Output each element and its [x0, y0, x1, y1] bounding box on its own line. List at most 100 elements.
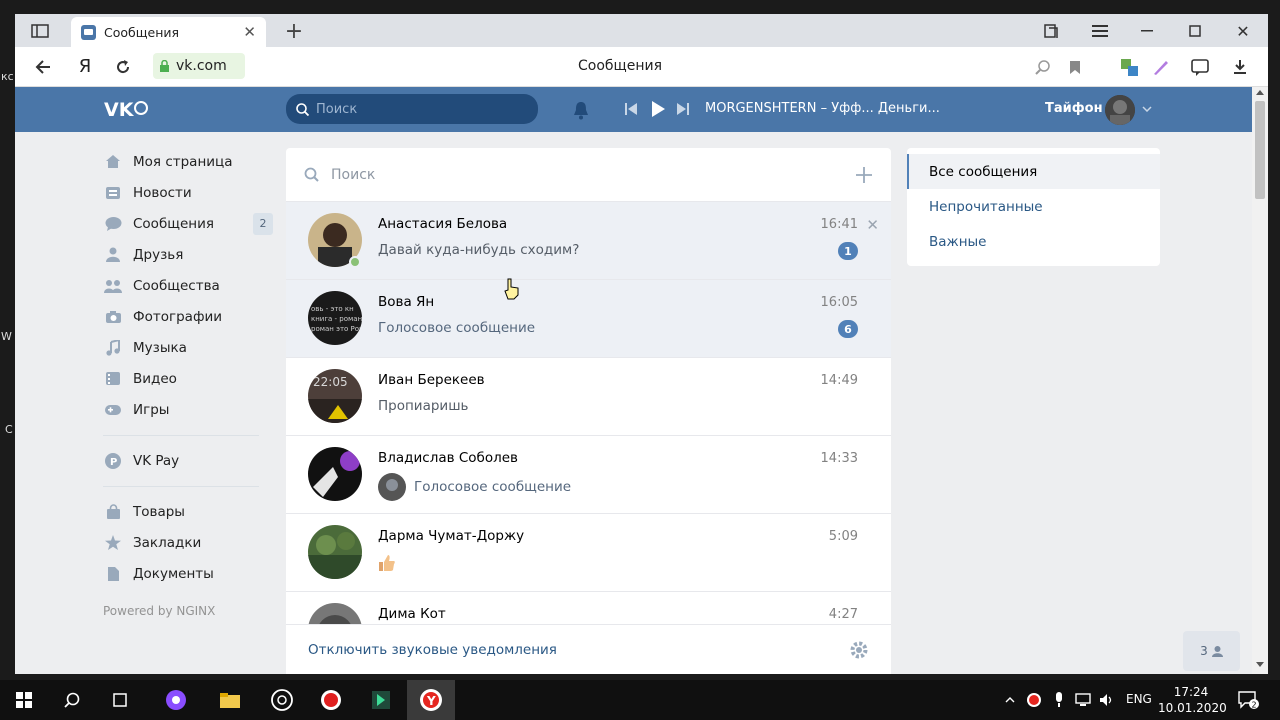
sidebar-item-star[interactable]: Закладки	[103, 527, 273, 558]
sidebar-item-bag[interactable]: Товары	[103, 496, 273, 527]
previous-track-icon[interactable]	[623, 100, 639, 118]
url-text: vk.com	[176, 58, 227, 74]
sidebar-item-document[interactable]: Документы	[103, 558, 273, 589]
dialogs-search-input[interactable]	[331, 166, 855, 183]
contact-name: Иван Берекеев	[378, 372, 485, 388]
svg-text:Y: Y	[426, 694, 436, 708]
sidebar-item-groups[interactable]: Сообщества	[103, 270, 273, 301]
new-tab-icon[interactable]: +	[282, 19, 306, 44]
unread-count-badge: 2	[253, 212, 273, 235]
svg-text:книга - роман: книга - роман	[311, 315, 362, 323]
close-icon[interactable]: ✕	[866, 216, 879, 234]
tab-bar: Сообщения ✕ + ✕	[15, 14, 1268, 47]
language-indicator[interactable]: ENG	[1126, 692, 1152, 706]
filter-all[interactable]: Все сообщения	[907, 154, 1160, 189]
sidebar-item-label: VK Pay	[133, 452, 180, 469]
sidebar-item-vkpay[interactable]: P VK Pay	[103, 445, 273, 476]
dialog-row[interactable]: Дима Кот 4:27	[286, 592, 891, 657]
dialog-row[interactable]: Дарма Чумат-Доржу 5:09	[286, 514, 891, 592]
dialog-row[interactable]: овь - это кн книга - роман роман это Ром Во…	[286, 280, 891, 358]
editor-app-icon[interactable]	[357, 680, 405, 720]
back-icon[interactable]	[31, 55, 55, 79]
sidebar-item-camera[interactable]: Фотографии	[103, 301, 273, 332]
dialog-row[interactable]: 22:05 Иван Берекеев 14:49 Пропиаришь	[286, 358, 891, 436]
zoom-icon[interactable]	[1031, 55, 1055, 79]
notifications-bell-icon[interactable]	[570, 99, 592, 121]
unread-count-badge: 6	[838, 320, 858, 338]
user-avatar[interactable]	[1105, 95, 1135, 125]
close-window-icon[interactable]: ✕	[1231, 19, 1255, 43]
unread-count-badge: 1	[838, 242, 858, 260]
user-name[interactable]: Тайфон	[1045, 101, 1103, 116]
browser-window: Сообщения ✕ + ✕ Я vk.com Сообщения VK По…	[15, 14, 1268, 674]
bookmark-icon[interactable]	[1063, 55, 1087, 79]
close-tab-icon[interactable]: ✕	[243, 23, 256, 41]
sidebar-item-friends[interactable]: Друзья	[103, 239, 273, 270]
desktop-text: кс	[1, 70, 14, 83]
settings-gear-icon[interactable]	[849, 640, 869, 660]
sidebar-item-label: Фотографии	[133, 308, 223, 325]
yandex-tray-icon[interactable]	[1022, 680, 1046, 720]
microphone-icon[interactable]	[1047, 680, 1071, 720]
message-time: 16:41	[820, 217, 858, 232]
network-icon[interactable]	[1071, 680, 1095, 720]
sidebar-item-video[interactable]: Видео	[103, 363, 273, 394]
url-field[interactable]: vk.com	[153, 53, 245, 79]
new-message-icon[interactable]	[855, 166, 873, 184]
message-preview: Голосовое сообщение	[378, 473, 571, 501]
vk-logo-icon[interactable]: VK	[101, 97, 151, 121]
page-scrollbar[interactable]	[1252, 87, 1268, 674]
music-icon	[103, 339, 123, 357]
sidebar-item-label: Музыка	[133, 339, 187, 356]
scroll-down-icon[interactable]	[1256, 662, 1264, 667]
svg-text:овь - это кн: овь - это кн	[311, 305, 354, 313]
tray-chevron-up-icon[interactable]	[998, 680, 1022, 720]
sidebar-toggle-icon[interactable]	[29, 21, 51, 41]
filter-unread[interactable]: Непрочитанные	[907, 189, 1160, 224]
filter-important[interactable]: Важные	[907, 224, 1160, 259]
start-windows-icon[interactable]	[0, 680, 48, 720]
reload-icon[interactable]	[111, 55, 135, 79]
vk-search-input[interactable]	[316, 101, 516, 117]
person-icon	[1211, 645, 1223, 657]
sidebar-item-messages[interactable]: Сообщения 2	[103, 208, 273, 239]
chevron-down-icon[interactable]	[1141, 103, 1153, 115]
volume-icon[interactable]	[1095, 680, 1119, 720]
task-view-icon[interactable]	[96, 680, 144, 720]
sidebar-item-music[interactable]: Музыка	[103, 332, 273, 363]
next-track-icon[interactable]	[675, 100, 691, 118]
sidebar-item-news[interactable]: Новости	[103, 177, 273, 208]
record-icon[interactable]	[307, 680, 355, 720]
play-icon[interactable]	[649, 99, 667, 119]
notifications-center-icon[interactable]: 2	[1228, 680, 1268, 720]
menu-icon[interactable]	[1088, 19, 1112, 43]
clock[interactable]: 17:24 10.01.2020	[1158, 684, 1227, 716]
dialog-row[interactable]: Анастасия Белова 16:41 ✕ 1 Давай куда-нибудь…	[286, 202, 891, 280]
powered-by-text[interactable]: Powered by NGINX	[103, 604, 273, 618]
obs-icon[interactable]	[258, 680, 306, 720]
now-playing-track[interactable]: MORGENSHTERN – Уфф... Деньги...	[705, 101, 940, 116]
yandex-browser-icon[interactable]: Y	[407, 680, 455, 720]
alice-assistant-icon[interactable]	[152, 680, 200, 720]
vk-search-field[interactable]	[286, 94, 538, 124]
tabs-manager-icon[interactable]	[1039, 19, 1063, 43]
sidebar-item-games[interactable]: Игры	[103, 394, 273, 425]
scrollbar-thumb[interactable]	[1255, 101, 1265, 199]
dialog-row[interactable]: Владислав Соболев 14:33 Голосовое сообщени…	[286, 436, 891, 514]
search-icon[interactable]	[48, 680, 96, 720]
contact-name: Владислав Соболев	[378, 450, 519, 466]
extension-icon[interactable]	[1116, 54, 1142, 80]
yandex-logo-icon[interactable]: Я	[73, 54, 97, 78]
minimize-icon[interactable]	[1135, 19, 1159, 43]
maximize-icon[interactable]	[1183, 19, 1207, 43]
sidebar-divider	[103, 486, 259, 487]
alice-chat-icon[interactable]	[1187, 54, 1213, 80]
file-explorer-icon[interactable]	[206, 680, 254, 720]
download-icon[interactable]	[1227, 54, 1253, 80]
browser-tab[interactable]: Сообщения ✕	[71, 17, 266, 47]
sidebar-item-home[interactable]: Моя страница	[103, 146, 273, 177]
scroll-up-icon[interactable]	[1256, 90, 1264, 95]
pen-extension-icon[interactable]	[1148, 54, 1174, 80]
chat-friends-button[interactable]: 3	[1183, 631, 1240, 671]
disable-sound-link[interactable]: Отключить звуковые уведомления	[308, 642, 849, 658]
